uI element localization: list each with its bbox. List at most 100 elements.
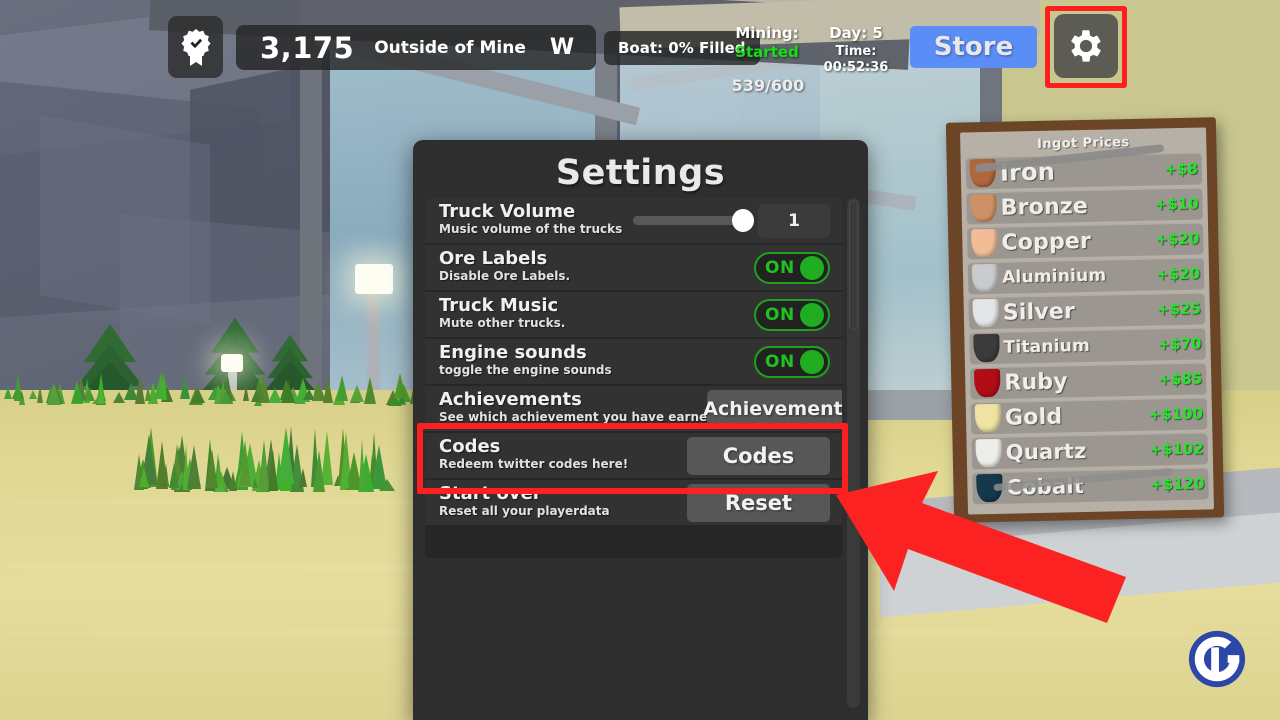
grass-blade [281, 381, 295, 403]
ore-price: +$100 [1148, 405, 1203, 424]
grass-blade [313, 384, 319, 399]
settings-toggle[interactable]: ON [754, 346, 830, 378]
ore-name: Copper [1001, 227, 1152, 255]
ore-ingot-icon [975, 404, 1002, 433]
volume-value: 1 [758, 204, 830, 238]
toggle-label: ON [765, 258, 795, 278]
grass-blade [113, 392, 125, 403]
ore-ingot-icon [974, 369, 1001, 398]
settings-scrollbar[interactable] [847, 198, 860, 708]
grass-blade [341, 458, 349, 488]
ore-name: Gold [1005, 402, 1145, 430]
location-label: Outside of Mine [374, 38, 550, 58]
ore-price: +$8 [1164, 160, 1198, 179]
grass-blade [169, 463, 179, 488]
toggle-knob [800, 256, 824, 280]
volume-slider[interactable] [633, 216, 748, 225]
settings-row-description: Music volume of the trucks [439, 222, 633, 238]
ore-price-row: Silver +$25 [969, 292, 1206, 329]
grass-blade [268, 388, 282, 403]
hud-info-bar: 3,175 Outside of Mine W [236, 25, 596, 70]
settings-row-text: Ore Labels Disable Ore Labels. [439, 250, 754, 284]
time-label: Time: 00:52:36 [812, 44, 900, 78]
grass-blade [97, 388, 105, 404]
settings-toggle[interactable]: ON [754, 299, 830, 331]
grass-blade [239, 440, 251, 486]
settings-row-text: Truck Volume Music volume of the trucks [439, 203, 633, 237]
ore-price: +$120 [1150, 475, 1205, 494]
grass-blade [139, 467, 149, 487]
volume-slider-knob[interactable] [732, 209, 754, 232]
ore-count-label: 539/600 [728, 76, 808, 95]
settings-row: Truck Volume Music volume of the trucks 1 [425, 198, 842, 245]
grass-blade [145, 385, 151, 401]
toggle-label: ON [765, 305, 795, 325]
grass-blade [124, 383, 138, 400]
grass-blade [243, 385, 249, 401]
ore-price: +$20 [1156, 265, 1200, 284]
store-button[interactable]: Store [910, 26, 1037, 68]
grass-blade [4, 387, 12, 399]
ore-name: Bronze [1000, 192, 1151, 220]
grass-blade [47, 383, 61, 405]
ore-name: Silver [1003, 297, 1154, 325]
settings-row-description: Mute other trucks. [439, 316, 754, 332]
gamer-tweak-logo-icon [1186, 628, 1248, 690]
grass-blade [336, 375, 348, 401]
grass-blade [268, 450, 278, 491]
toggle-label: ON [765, 352, 795, 372]
grass-blade [259, 448, 269, 490]
grass-blade [359, 439, 365, 487]
settings-row-description: Reset all your playerdata [439, 504, 687, 520]
mining-label: Mining: [730, 24, 804, 43]
achievements-button[interactable]: Achievements [707, 390, 842, 428]
mining-value: Started [730, 43, 804, 62]
ore-price: +$102 [1149, 440, 1204, 459]
settings-row-text: Engine sounds toggle the engine sounds [439, 344, 754, 378]
ore-price: +$85 [1158, 370, 1202, 389]
settings-row-name: Truck Music [439, 297, 754, 316]
settings-row-text: Truck Music Mute other trucks. [439, 297, 754, 331]
ore-name: Aluminium [1002, 265, 1152, 288]
settings-row-description: Disable Ore Labels. [439, 269, 754, 285]
grass-blade [37, 385, 43, 403]
grass-blade [278, 427, 294, 484]
key-hint-w: W [550, 35, 596, 60]
ore-price: +$25 [1157, 300, 1201, 319]
ore-ingot-icon [973, 334, 1000, 363]
day-label: Day: 5 [812, 24, 900, 44]
grass-blade [180, 376, 190, 399]
ore-price-row: Gold +$100 [971, 397, 1208, 434]
settings-row-name: Achievements [439, 391, 707, 410]
ore-price-row: Titanium +$70 [969, 327, 1206, 364]
settings-row: Engine sounds toggle the engine sounds ON [425, 339, 842, 386]
red-arrow-icon [830, 455, 1130, 630]
award-ribbon-icon [179, 28, 213, 66]
settings-row: Truck Music Mute other trucks. ON [425, 292, 842, 339]
ore-price: +$20 [1155, 230, 1199, 249]
grass-blade [191, 388, 205, 403]
cash-amount: 3,175 [236, 31, 374, 65]
gear-highlight-box [1045, 6, 1127, 88]
settings-row-text: Achievements See which achievement you ha… [439, 391, 707, 425]
achievements-badge-button[interactable] [168, 16, 223, 78]
grass-blade [206, 449, 218, 488]
settings-row-name: Ore Labels [439, 250, 754, 269]
ore-price: +$10 [1155, 195, 1199, 214]
settings-row-list: Truck Volume Music volume of the trucks 1 O… [425, 198, 842, 558]
settings-row-name: Truck Volume [439, 203, 633, 222]
codes-highlight-box [417, 423, 848, 494]
ore-price-row: Aluminium +$20 [968, 258, 1205, 295]
settings-row: Ore Labels Disable Ore Labels. ON [425, 245, 842, 292]
toggle-knob [800, 350, 824, 374]
scrollbar-thumb[interactable] [849, 200, 858, 330]
ore-price-row: Bronze +$10 [966, 188, 1203, 225]
grass-blade [72, 384, 84, 403]
ore-ingot-icon [973, 299, 1000, 328]
settings-toggle[interactable]: ON [754, 252, 830, 284]
ore-price-row: Copper +$20 [967, 223, 1204, 260]
grass-blade [299, 468, 307, 487]
settings-row-description: toggle the engine sounds [439, 363, 754, 379]
grass-blade [364, 377, 376, 404]
grass-blade [252, 478, 258, 488]
